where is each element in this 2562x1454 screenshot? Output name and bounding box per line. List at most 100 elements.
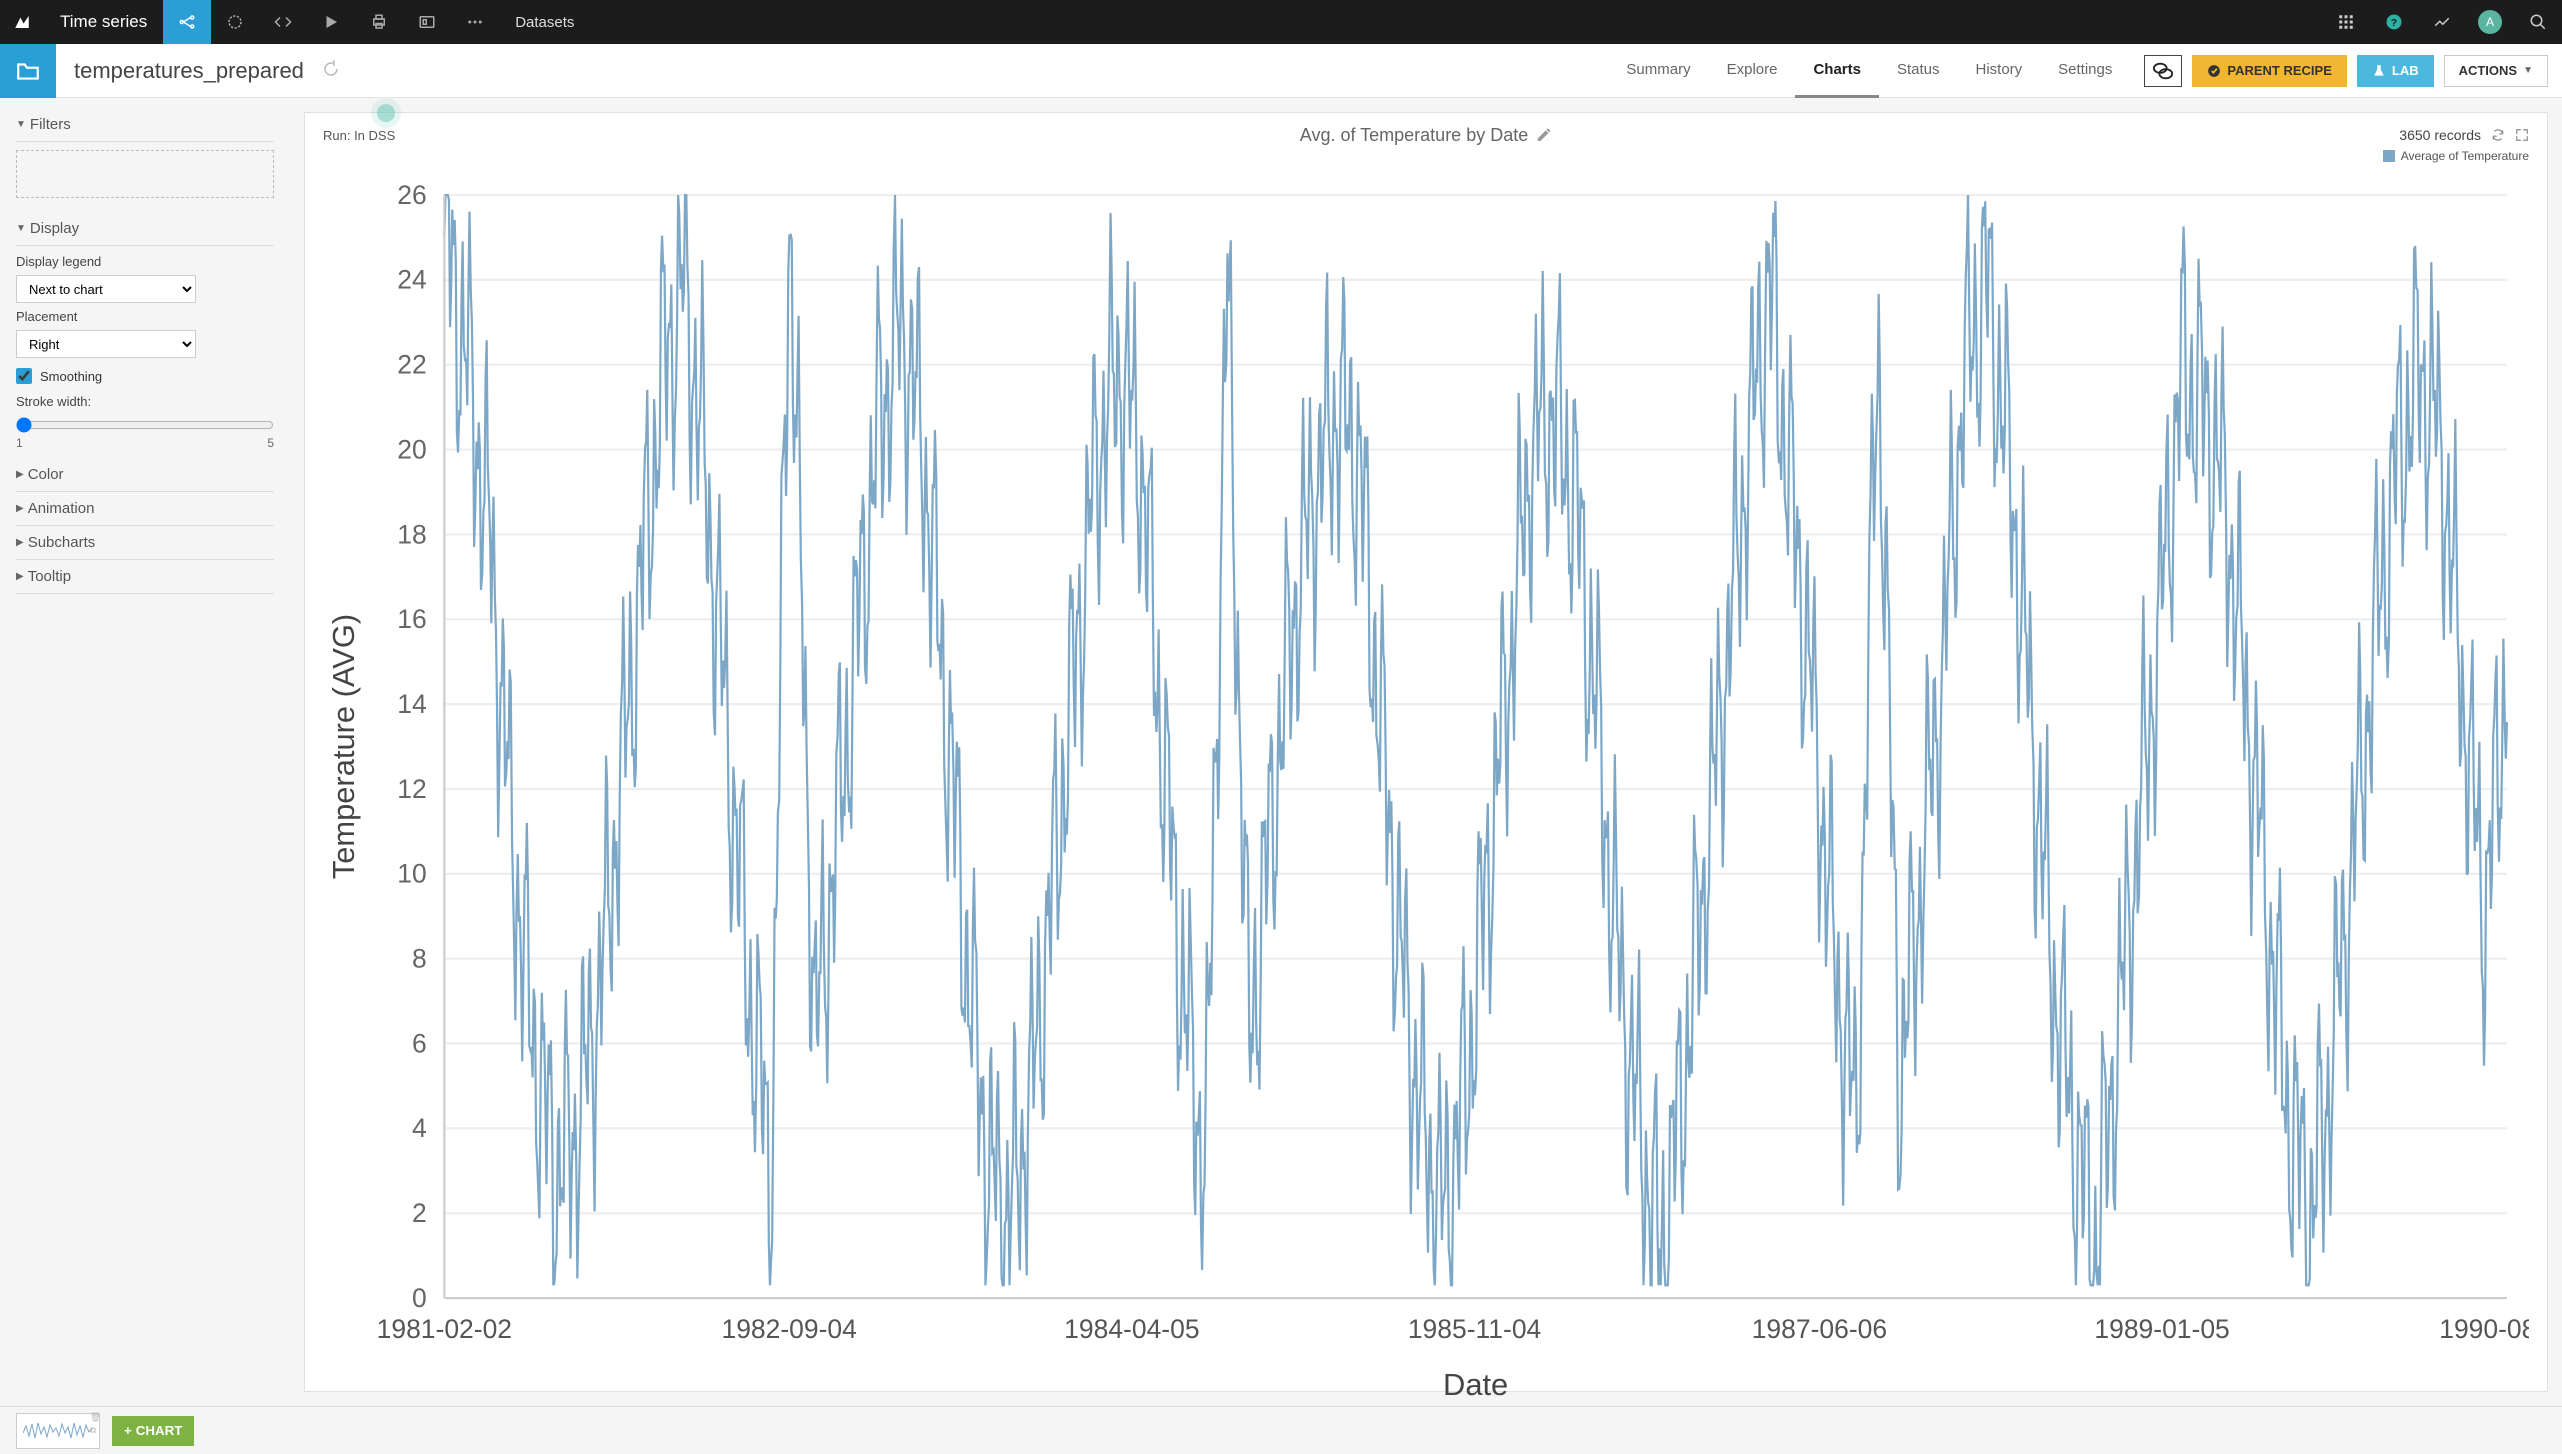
chevron-right-icon: ▶: [16, 503, 24, 514]
tab-charts[interactable]: Charts: [1795, 44, 1879, 98]
dashboard-icon[interactable]: [403, 0, 451, 44]
copy-thumbnail-icon[interactable]: ⧉: [90, 1425, 101, 1436]
edit-icon[interactable]: [1536, 127, 1552, 143]
legend-entry: Average of Temperature: [2401, 149, 2529, 163]
svg-text:Date: Date: [1443, 1367, 1508, 1402]
code-icon[interactable]: [259, 0, 307, 44]
svg-text:10: 10: [397, 859, 426, 889]
svg-text:14: 14: [397, 689, 426, 719]
section-color[interactable]: ▶ Color: [16, 458, 274, 492]
section-filters[interactable]: ▼ Filters: [16, 108, 274, 142]
svg-text:22: 22: [397, 350, 426, 380]
add-chart-button[interactable]: + CHART: [112, 1416, 194, 1446]
parent-recipe-button[interactable]: PARENT RECIPE: [2192, 55, 2347, 87]
svg-text:1981-02-02: 1981-02-02: [377, 1314, 512, 1344]
svg-text:4: 4: [412, 1113, 427, 1143]
reload-icon[interactable]: [2491, 128, 2505, 142]
section-tooltip-label: Tooltip: [28, 568, 71, 585]
svg-text:1984-04-05: 1984-04-05: [1064, 1314, 1199, 1344]
breadcrumb-datasets[interactable]: Datasets: [499, 14, 590, 31]
svg-text:18: 18: [397, 519, 426, 549]
expand-icon[interactable]: [2515, 128, 2529, 142]
more-icon[interactable]: [451, 0, 499, 44]
svg-text:24: 24: [397, 265, 426, 295]
tab-summary[interactable]: Summary: [1608, 44, 1708, 98]
chart-panel: Run: In DSS Avg. of Temperature by Date …: [304, 112, 2548, 1392]
section-animation[interactable]: ▶ Animation: [16, 492, 274, 526]
section-display-label: Display: [30, 220, 79, 237]
placement-label: Placement: [16, 309, 274, 324]
user-avatar[interactable]: A: [2466, 0, 2514, 44]
section-subcharts[interactable]: ▶ Subcharts: [16, 526, 274, 560]
help-icon[interactable]: ?: [2370, 0, 2418, 44]
tab-history[interactable]: History: [1958, 44, 2041, 98]
svg-text:1985-11-04: 1985-11-04: [1408, 1314, 1541, 1344]
discussion-button[interactable]: [2144, 55, 2182, 87]
dataset-header-bar: temperatures_prepared Summary Explore Ch…: [0, 44, 2562, 98]
section-color-label: Color: [28, 466, 64, 483]
svg-text:26: 26: [397, 180, 426, 210]
activity-icon[interactable]: [2418, 0, 2466, 44]
project-title[interactable]: Time series: [44, 12, 163, 32]
top-nav-bar: Time series Datasets ? A: [0, 0, 2562, 44]
tab-settings[interactable]: Settings: [2040, 44, 2130, 98]
filters-dropzone[interactable]: [16, 150, 274, 198]
stroke-width-label: Stroke width:: [16, 394, 274, 409]
refresh-icon[interactable]: [322, 60, 340, 81]
svg-text:1990-08-06: 1990-08-06: [2439, 1314, 2529, 1344]
smoothing-label: Smoothing: [40, 369, 102, 384]
chevron-right-icon: ▶: [16, 537, 24, 548]
svg-text:12: 12: [397, 774, 426, 804]
tab-status[interactable]: Status: [1879, 44, 1958, 98]
circle-nodes-icon[interactable]: [211, 0, 259, 44]
attention-indicator: [377, 104, 395, 122]
plus-icon: +: [124, 1423, 132, 1438]
actions-button[interactable]: ACTIONS ▼: [2444, 55, 2548, 87]
bottom-chart-bar: 🗑 ⧉ + CHART: [0, 1406, 2562, 1454]
record-count: 3650 records: [2399, 127, 2481, 143]
chevron-down-icon: ▼: [16, 223, 26, 234]
svg-text:6: 6: [412, 1028, 427, 1058]
smoothing-checkbox[interactable]: [16, 368, 32, 384]
apps-grid-icon[interactable]: [2322, 0, 2370, 44]
chart-title[interactable]: Avg. of Temperature by Date: [1300, 125, 1552, 146]
app-logo[interactable]: [0, 0, 44, 44]
chart-config-sidebar: ▼ Filters ▼ Display Display legend Next …: [0, 98, 290, 1406]
stroke-max-label: 5: [267, 436, 274, 450]
svg-text:1989-01-05: 1989-01-05: [2094, 1314, 2229, 1344]
chevron-down-icon: ▼: [2523, 65, 2533, 76]
lab-button[interactable]: LAB: [2357, 55, 2434, 87]
chart-legend: Average of Temperature: [323, 149, 2529, 163]
section-animation-label: Animation: [28, 500, 95, 517]
parent-recipe-label: PARENT RECIPE: [2227, 63, 2332, 78]
tab-explore[interactable]: Explore: [1709, 44, 1796, 98]
display-legend-label: Display legend: [16, 254, 274, 269]
section-display[interactable]: ▼ Display: [16, 212, 274, 246]
svg-text:2: 2: [412, 1198, 427, 1228]
svg-text:8: 8: [412, 943, 427, 973]
legend-swatch: [2383, 150, 2395, 162]
placement-select[interactable]: Right: [16, 330, 196, 358]
play-icon[interactable]: [307, 0, 355, 44]
display-legend-select[interactable]: Next to chart: [16, 275, 196, 303]
section-subcharts-label: Subcharts: [28, 534, 96, 551]
chart-thumbnail[interactable]: 🗑 ⧉: [16, 1413, 100, 1449]
delete-thumbnail-icon[interactable]: 🗑: [90, 1412, 101, 1423]
chart-body[interactable]: 024681012141618202224261981-02-021982-09…: [323, 173, 2529, 1408]
chevron-right-icon: ▶: [16, 469, 24, 480]
chevron-down-icon: ▼: [16, 119, 26, 130]
dataset-folder-icon[interactable]: [0, 44, 56, 98]
lab-label: LAB: [2392, 63, 2419, 78]
svg-text:Temperature (AVG): Temperature (AVG): [326, 614, 361, 879]
chevron-right-icon: ▶: [16, 571, 24, 582]
print-icon[interactable]: [355, 0, 403, 44]
search-icon[interactable]: [2514, 0, 2562, 44]
run-label: Run: In DSS: [323, 128, 395, 143]
dataset-name[interactable]: temperatures_prepared: [56, 58, 322, 84]
flow-icon[interactable]: [163, 0, 211, 44]
svg-text:1987-06-06: 1987-06-06: [1752, 1314, 1887, 1344]
stroke-width-slider[interactable]: [16, 417, 274, 433]
section-tooltip[interactable]: ▶ Tooltip: [16, 560, 274, 594]
svg-text:1982-09-04: 1982-09-04: [721, 1314, 856, 1344]
stroke-min-label: 1: [16, 436, 23, 450]
